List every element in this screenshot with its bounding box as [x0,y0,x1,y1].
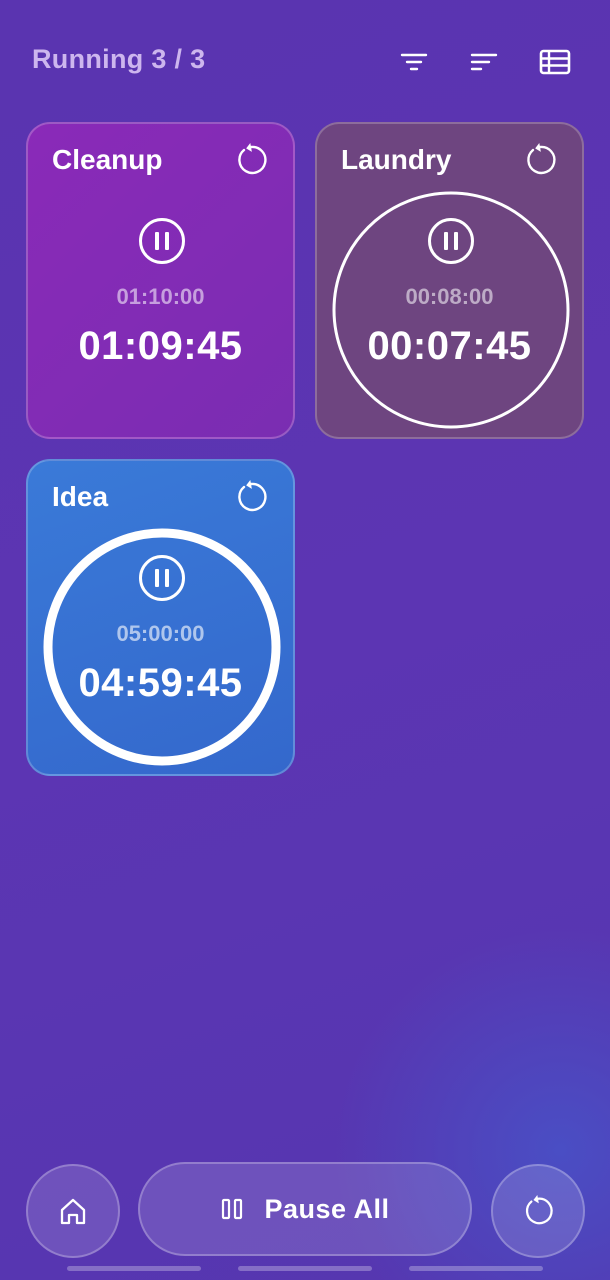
table-view-button[interactable] [533,40,577,84]
timer-remaining: 04:59:45 [78,661,243,705]
pause-icon [139,218,185,264]
reset-icon [525,1195,553,1225]
pause-icon [428,218,474,264]
pause-timer-button[interactable] [427,217,475,265]
timer-remaining: 00:07:45 [367,324,532,368]
gesture-bar-segment [67,1266,201,1271]
timer-name: Cleanup [52,144,163,175]
reset-timer-button[interactable] [231,140,271,180]
app-header: Running 3 / 3 [0,0,610,120]
pause-all-label: Pause All [264,1193,390,1224]
reset-timer-button[interactable] [520,140,560,180]
timer-card-cleanup[interactable]: Cleanup 01:10:00 01:09:45 [26,122,295,439]
table-view-icon [539,49,571,75]
timer-name: Laundry [341,144,452,175]
pause-timer-button[interactable] [138,554,186,602]
pause-timer-button[interactable] [138,217,186,265]
pause-icon [139,555,185,601]
reset-icon [238,143,267,175]
timer-target: 00:08:00 [405,284,494,309]
timer-card-idea[interactable]: Idea 05:00:00 04:59:45 [26,459,295,776]
bottom-bar: Pause All [0,1160,610,1280]
page-title: Running 3 / 3 [32,44,206,74]
filter-button[interactable] [392,40,436,84]
home-button[interactable] [26,1164,120,1258]
timer-target: 05:00:00 [116,621,205,646]
timer-name: Idea [52,481,109,512]
sort-icon [470,53,498,71]
sort-button[interactable] [462,40,506,84]
reset-timer-button[interactable] [231,477,271,517]
timer-target: 01:10:00 [116,284,205,309]
reset-icon [527,143,556,175]
pause-all-button[interactable]: Pause All [138,1162,472,1256]
home-icon [60,1198,86,1225]
gesture-bar-segment [238,1266,372,1271]
filter-icon [400,53,428,71]
reset-all-button[interactable] [491,1164,585,1258]
pause-icon [222,1198,243,1220]
timer-card-laundry[interactable]: Laundry 00:08:00 00:07:45 [315,122,584,439]
timer-remaining: 01:09:45 [78,324,243,368]
gesture-bar-segment [409,1266,543,1271]
reset-icon [238,480,267,512]
